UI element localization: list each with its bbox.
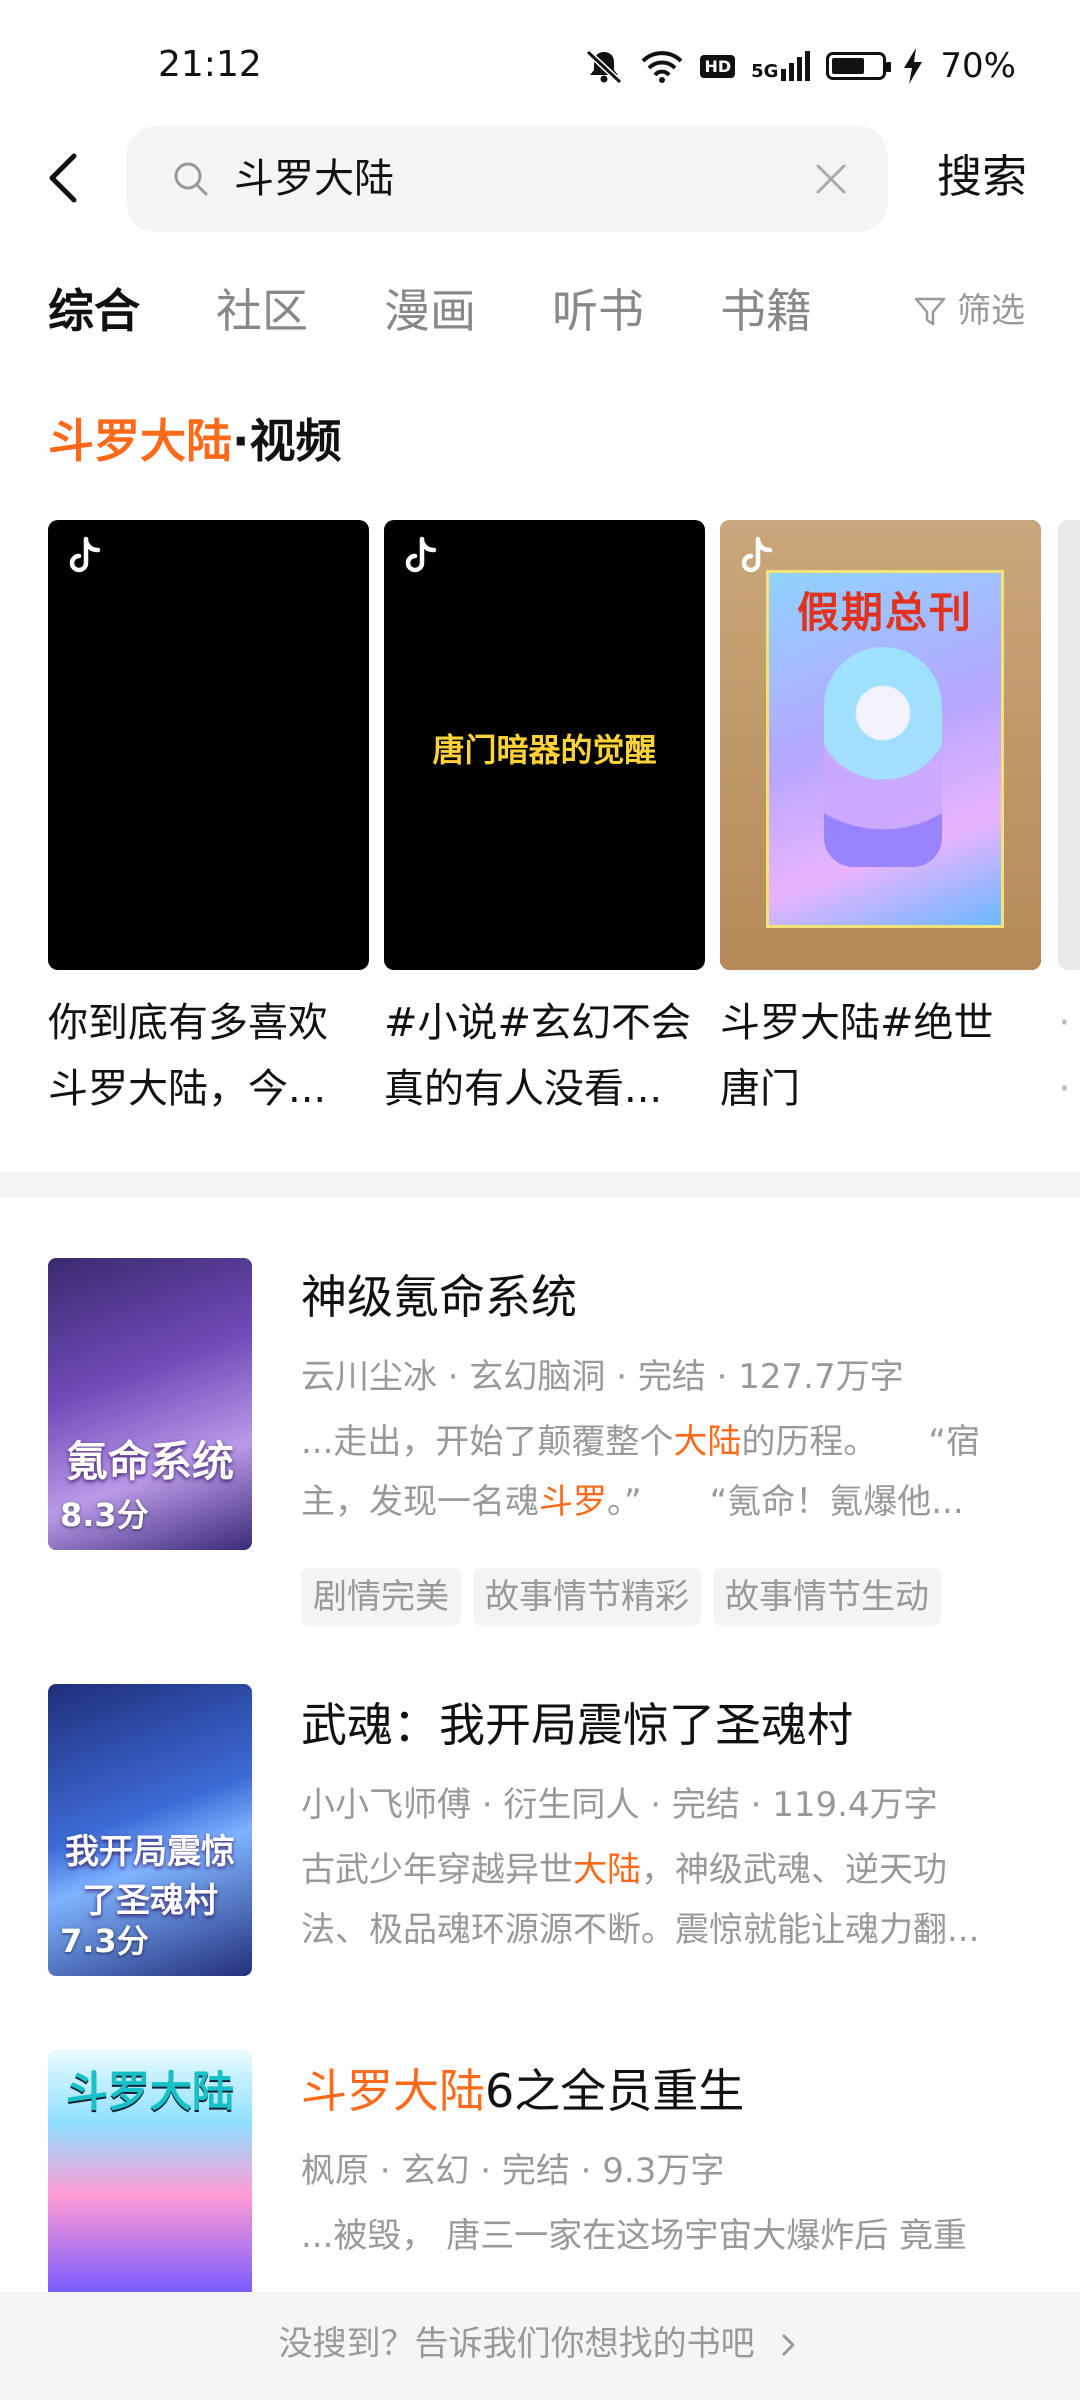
video-caption-line: 唐门 xyxy=(720,1066,800,1112)
book-tags: 剧情完美 故事情节精彩 故事情节生动 xyxy=(301,1568,941,1626)
wifi-icon xyxy=(642,51,683,83)
feedback-text: 没搜到？告诉我们你想找的书吧 xyxy=(278,2324,755,2364)
description-text: 法、极品魂环源源不断。震惊就能让魂力翻... xyxy=(301,1910,980,1950)
book-title: 神级氪命系统 xyxy=(301,1270,577,1324)
search-input[interactable]: 斗罗大陆 xyxy=(234,148,394,210)
video-caption-line: 你到底有多喜欢 xyxy=(48,1000,328,1046)
description-text: 主，发现一名魂 xyxy=(301,1482,539,1522)
book-cover-title: 斗罗大陆 xyxy=(65,2067,234,2116)
search-icon xyxy=(174,162,208,196)
magazine-title: 假期总刊 xyxy=(796,588,973,637)
book-tag[interactable]: 剧情完美 xyxy=(301,1568,461,1626)
tab-shuji[interactable]: 书籍 xyxy=(720,278,812,344)
tiktok-icon xyxy=(741,536,773,573)
description-line: ...被毁， 唐三一家在这场宇宙大爆炸后 竟重 xyxy=(301,2206,1031,2266)
tab-shequ[interactable]: 社区 xyxy=(216,278,308,344)
feedback-link[interactable]: 没搜到？告诉我们你想找的书吧 xyxy=(0,2314,1080,2374)
battery-icon xyxy=(826,52,892,80)
anime-figure xyxy=(824,647,942,867)
book-tag[interactable]: 故事情节精彩 xyxy=(473,1568,701,1626)
book-cover: 氪命系统 8.3分 xyxy=(48,1258,252,1550)
book-description: 古武少年穿越异世大陆，神级武魂、逆天功 法、极品魂环源源不断。震惊就能让魂力翻.… xyxy=(301,1840,1031,1960)
status-icons: HD 5G 70% xyxy=(584,46,1016,86)
book-cover: 斗罗大陆 xyxy=(48,2050,252,2292)
book-description: ...走出，开始了颠覆整个大陆的历程。 “宿 主，发现一名魂斗罗。” “氪命！氪… xyxy=(301,1412,1031,1532)
book-description: ...被毁， 唐三一家在这场宇宙大爆炸后 竟重 xyxy=(301,2206,1031,2266)
signal-5g-icon: 5G xyxy=(751,51,811,82)
video-card-2[interactable]: 唐门暗器的觉醒 xyxy=(384,520,705,970)
book-title: 斗罗大陆6之全员重生 xyxy=(301,2058,744,2124)
video-card-1[interactable] xyxy=(48,520,369,970)
search-box[interactable]: 斗罗大陆 xyxy=(126,126,888,232)
video-card-peek[interactable] xyxy=(1058,520,1080,970)
video-card-3[interactable]: 假期总刊 xyxy=(720,520,1041,970)
description-text: 的历程。 “宿 xyxy=(741,1422,981,1462)
status-bar: 21:12 HD 5G 70% xyxy=(0,0,1080,130)
book-score: 8.3分 xyxy=(60,1496,149,1534)
battery-fill xyxy=(832,58,865,74)
description-text: 古武少年穿越异世 xyxy=(301,1850,573,1890)
description-text: 。” “氪命！氪爆他... xyxy=(607,1482,964,1522)
network-type: 5G xyxy=(751,61,779,82)
book-title-highlight: 斗罗大陆 xyxy=(301,2064,485,2118)
chevron-right-icon xyxy=(782,2334,795,2356)
section-divider xyxy=(0,1172,1080,1198)
description-text: ...被毁， 唐三一家在这场宇宙大爆炸后 竟重 xyxy=(301,2216,968,2256)
keyword-highlight: 斗罗 xyxy=(539,1482,607,1522)
book-cover-title: 氪命系统 xyxy=(65,1437,234,1486)
filter-button[interactable]: 筛选 xyxy=(913,286,1025,336)
book-meta: 小小飞师傅 · 衍生同人 · 完结 · 119.4万字 xyxy=(301,1785,938,1825)
keyword-highlight: 大陆 xyxy=(573,1850,641,1890)
video-overlay-text: 唐门暗器的觉醒 xyxy=(432,731,657,769)
filter-icon xyxy=(914,297,946,326)
status-time: 21:12 xyxy=(158,44,262,85)
video-section-suffix: ·视频 xyxy=(232,414,342,468)
description-text: ，神级武魂、逆天功 xyxy=(641,1850,947,1890)
magazine-cover: 假期总刊 xyxy=(766,570,1004,928)
video-caption-3[interactable]: 斗罗大陆#绝世 唐门 xyxy=(720,990,1050,1122)
video-caption-line: 斗罗大陆，今... xyxy=(48,1066,327,1112)
clear-icon[interactable] xyxy=(814,162,848,196)
description-line: ...走出，开始了颠覆整个大陆的历程。 “宿 xyxy=(301,1412,1031,1472)
description-line: 古武少年穿越异世大陆，神级武魂、逆天功 xyxy=(301,1840,1031,1900)
feedback-bar[interactable]: 没搜到？告诉我们你想找的书吧 xyxy=(0,2292,1080,2400)
filter-label: 筛选 xyxy=(957,291,1025,331)
video-caption-line: 斗罗大陆#绝世 xyxy=(720,1000,994,1046)
back-arrow-icon[interactable] xyxy=(42,148,88,208)
video-caption-line: #小说#玄幻不会 xyxy=(384,1000,692,1046)
video-section-title: 斗罗大陆·视频 xyxy=(48,408,341,474)
tab-manhua[interactable]: 漫画 xyxy=(384,278,476,344)
book-cover-title: 我开局震惊了圣魂村 xyxy=(65,1832,235,1921)
search-button[interactable]: 搜索 xyxy=(937,147,1027,207)
keyword-highlight: 大陆 xyxy=(673,1422,742,1462)
book-title-rest: 6之全员重生 xyxy=(485,2064,745,2118)
tab-tingshu[interactable]: 听书 xyxy=(552,278,644,344)
video-caption-line: 真的有人没看... xyxy=(384,1066,663,1112)
video-caption-2[interactable]: #小说#玄幻不会 真的有人没看... xyxy=(384,990,714,1122)
book-title: 武魂：我开局震惊了圣魂村 xyxy=(301,1698,853,1752)
battery-percent: 70% xyxy=(940,46,1016,86)
video-thumbnail: 假期总刊 xyxy=(720,520,1041,970)
hd-icon: HD xyxy=(700,54,736,78)
book-tag[interactable]: 故事情节生动 xyxy=(713,1568,941,1626)
description-text: ...走出，开始了颠覆整个 xyxy=(301,1422,674,1462)
charging-icon xyxy=(904,48,923,84)
tab-zonghe[interactable]: 综合 xyxy=(48,278,140,344)
book-cover: 我开局震惊了圣魂村 7.3分 xyxy=(48,1684,252,1976)
tiktok-icon xyxy=(69,536,101,573)
video-section-keyword: 斗罗大陆 xyxy=(48,414,232,468)
book-meta: 枫原 · 玄幻 · 完结 · 9.3万字 xyxy=(301,2151,725,2191)
description-line: 法、极品魂环源源不断。震惊就能让魂力翻... xyxy=(301,1900,1031,1960)
video-caption-peek: · · xyxy=(1058,1000,1071,1110)
tiktok-icon xyxy=(405,536,437,573)
description-line: 主，发现一名魂斗罗。” “氪命！氪爆他... xyxy=(301,1472,1031,1532)
mute-icon xyxy=(586,49,623,84)
video-caption-1[interactable]: 你到底有多喜欢 斗罗大陆，今... xyxy=(48,990,378,1122)
book-score: 7.3分 xyxy=(60,1922,149,1960)
book-meta: 云川尘冰 · 玄幻脑洞 · 完结 · 127.7万字 xyxy=(301,1357,904,1397)
